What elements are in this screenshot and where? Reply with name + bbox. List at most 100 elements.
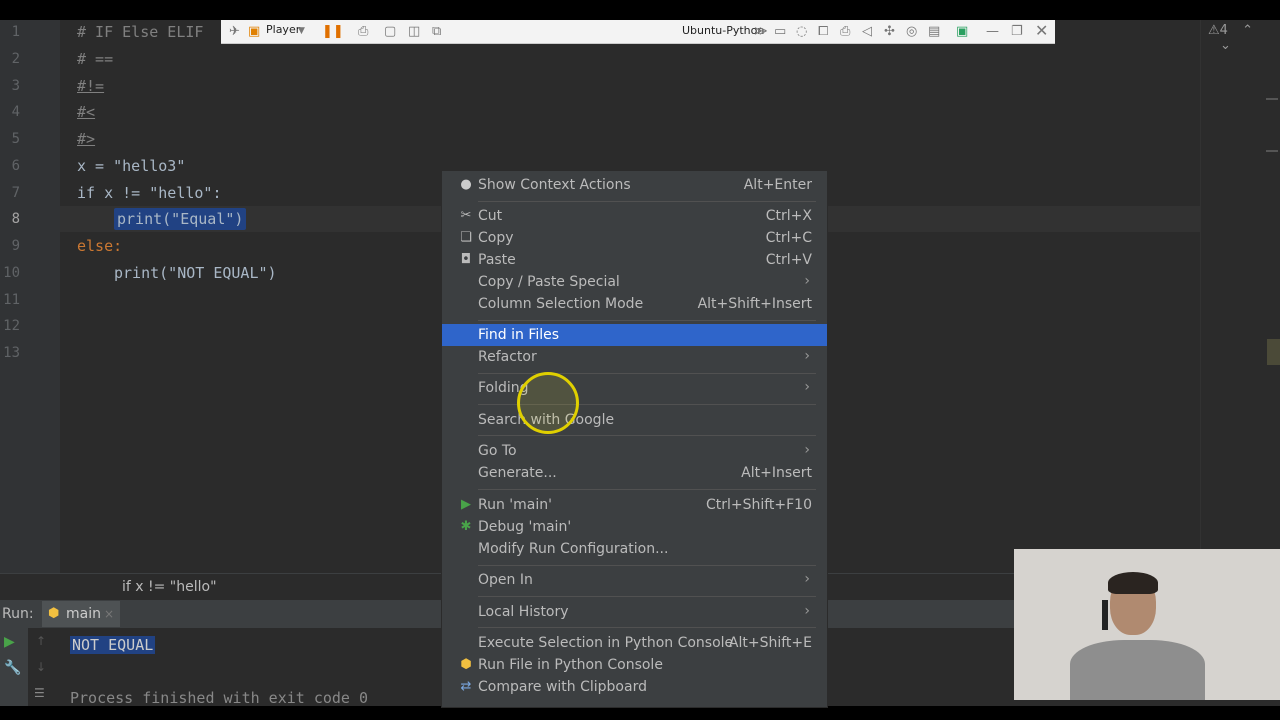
code-line[interactable]: #> (77, 128, 95, 150)
menu-item-generate[interactable]: Generate... Alt+Insert (442, 462, 827, 484)
close-icon[interactable]: ✕ (1035, 21, 1048, 40)
arrow-up-icon[interactable]: ↑ (36, 634, 46, 648)
chevron-right-icon: › (804, 379, 810, 395)
soft-wrap-icon[interactable]: ☰ (34, 686, 45, 700)
line-number: 3 (11, 78, 20, 94)
device-icon[interactable]: ◌ (796, 24, 807, 39)
code-line[interactable]: #!= (77, 75, 104, 97)
menu-item-label: Execute Selection in Python Console (478, 635, 734, 651)
menu-item-copy[interactable]: ❏ Copy Ctrl+C (442, 227, 827, 249)
menu-item-label: Local History (478, 604, 569, 620)
menu-item-label: Find in Files (478, 327, 560, 343)
menu-item-search-with-google[interactable]: Search with Google (442, 409, 827, 431)
menu-item-label: Show Context Actions (478, 177, 631, 193)
breadcrumb-item[interactable]: if x != "hello" (122, 579, 217, 595)
scissors-icon: ✂ (460, 208, 472, 223)
separator (478, 565, 816, 566)
double-arrow-icon[interactable]: ≫ (754, 24, 768, 39)
compare-icon: ⇄ (460, 679, 472, 694)
chevron-down-icon[interactable]: ▼ (298, 26, 305, 36)
scroll-marker (1266, 150, 1278, 152)
menu-item-folding[interactable]: Folding › (442, 377, 827, 399)
line-number: 7 (11, 185, 20, 201)
code-line[interactable]: #< (77, 101, 95, 123)
player-logo-icon: ▣ (248, 24, 261, 39)
line-number: 8 (11, 211, 20, 227)
menu-item-run-file-in-console[interactable]: ⬢ Run File in Python Console (442, 654, 827, 676)
selected-code-line[interactable]: print("Equal") (114, 208, 247, 230)
chevron-up-icon[interactable]: ⌃ (1242, 23, 1253, 38)
device-icon[interactable]: ▭ (774, 24, 786, 39)
python-icon: ⬢ (48, 606, 60, 621)
device-icon[interactable]: ▤ (928, 24, 940, 39)
menu-item-paste[interactable]: ◘ Paste Ctrl+V (442, 249, 827, 271)
minimize-icon[interactable]: — (986, 24, 999, 39)
close-icon[interactable]: × (104, 607, 114, 621)
chevron-right-icon: › (804, 442, 810, 458)
menu-item-modify-run-configuration[interactable]: Modify Run Configuration... (442, 538, 827, 560)
rerun-icon[interactable]: ▶ (4, 634, 15, 650)
chevron-down-icon[interactable]: ⌄ (1220, 38, 1231, 53)
chevron-right-icon: › (804, 603, 810, 619)
unity-icon[interactable]: ◫ (408, 24, 420, 39)
pin-icon[interactable]: ✈ (229, 24, 240, 39)
menu-item-cut[interactable]: ✂ Cut Ctrl+X (442, 205, 827, 227)
menu-item-label: Run File in Python Console (478, 657, 663, 673)
menu-item-local-history[interactable]: Local History › (442, 601, 827, 623)
menu-item-execute-selection[interactable]: Execute Selection in Python Console Alt+… (442, 632, 827, 654)
scroll-marker (1267, 339, 1280, 365)
device-icon[interactable]: ⧠ (818, 24, 828, 39)
menu-item-show-context-actions[interactable]: ● Show Context Actions Alt+Enter (442, 174, 827, 196)
menu-item-refactor[interactable]: Refactor › (442, 346, 827, 368)
separator (478, 435, 816, 436)
line-number: 11 (3, 292, 20, 308)
menu-item-debug-main[interactable]: ✱ Debug 'main' (442, 516, 827, 538)
menu-item-open-in[interactable]: Open In › (442, 569, 827, 591)
code-line[interactable]: # IF Else ELIF (77, 21, 203, 43)
menu-item-shortcut: Alt+Shift+Insert (697, 296, 812, 312)
display-icon[interactable]: ⧉ (432, 24, 441, 39)
line-number: 6 (11, 158, 20, 174)
code-line[interactable]: x = "hello3" (77, 155, 185, 177)
run-tab-label[interactable]: main (66, 606, 101, 622)
menu-item-find-in-files[interactable]: Find in Files (442, 324, 827, 346)
device-icon[interactable]: ✣ (884, 24, 895, 39)
send-keys-icon[interactable]: ⎙ (358, 24, 368, 39)
player-menu[interactable]: Player (266, 23, 300, 36)
console-process-line[interactable]: Process finished with exit code 0 (70, 689, 368, 707)
menu-item-copy-paste-special[interactable]: Copy / Paste Special › (442, 271, 827, 293)
fullscreen-icon[interactable]: ▢ (384, 24, 396, 39)
device-icon[interactable]: ◁ (862, 24, 872, 39)
menu-item-label: Copy (478, 230, 514, 246)
console-output[interactable]: NOT EQUAL (70, 636, 156, 654)
menu-item-shortcut: Ctrl+Shift+F10 (705, 497, 812, 513)
menu-item-column-selection-mode[interactable]: Column Selection Mode Alt+Shift+Insert (442, 293, 827, 315)
arrow-down-icon[interactable]: ↓ (36, 660, 46, 674)
warnings-indicator[interactable]: ⚠4 ⌃ ⌄ (1208, 23, 1280, 53)
maximize-icon[interactable]: ❐ (1011, 24, 1023, 39)
code-line[interactable]: print("NOT EQUAL") (114, 262, 277, 284)
menu-item-go-to[interactable]: Go To › (442, 440, 827, 462)
pause-icon[interactable]: ❚❚ (322, 24, 344, 39)
top-black-bar (0, 0, 1280, 20)
separator (478, 201, 816, 202)
device-icon[interactable]: ◎ (906, 24, 917, 39)
separator (478, 596, 816, 597)
menu-item-run-main[interactable]: ▶ Run 'main' Ctrl+Shift+F10 (442, 494, 827, 516)
menu-item-label: Run 'main' (478, 497, 552, 513)
menu-item-label: Compare with Clipboard (478, 679, 647, 695)
device-icon[interactable]: ⎙ (840, 24, 850, 39)
code-line[interactable]: if x != "hello": (77, 182, 222, 204)
bottom-black-bar (0, 706, 1280, 720)
code-line[interactable]: # == (77, 48, 113, 70)
run-icon: ▶ (461, 497, 471, 512)
line-number: 5 (11, 131, 20, 147)
scroll-marker (1266, 98, 1278, 100)
menu-item-compare-with-clipboard[interactable]: ⇄ Compare with Clipboard (442, 676, 827, 698)
message-icon[interactable]: ▣ (956, 24, 968, 39)
webcam-person-hair (1108, 572, 1158, 594)
wrench-icon[interactable]: 🔧 (4, 660, 21, 676)
debug-icon: ✱ (460, 519, 472, 534)
code-line[interactable]: else: (77, 235, 122, 257)
separator (478, 627, 816, 628)
